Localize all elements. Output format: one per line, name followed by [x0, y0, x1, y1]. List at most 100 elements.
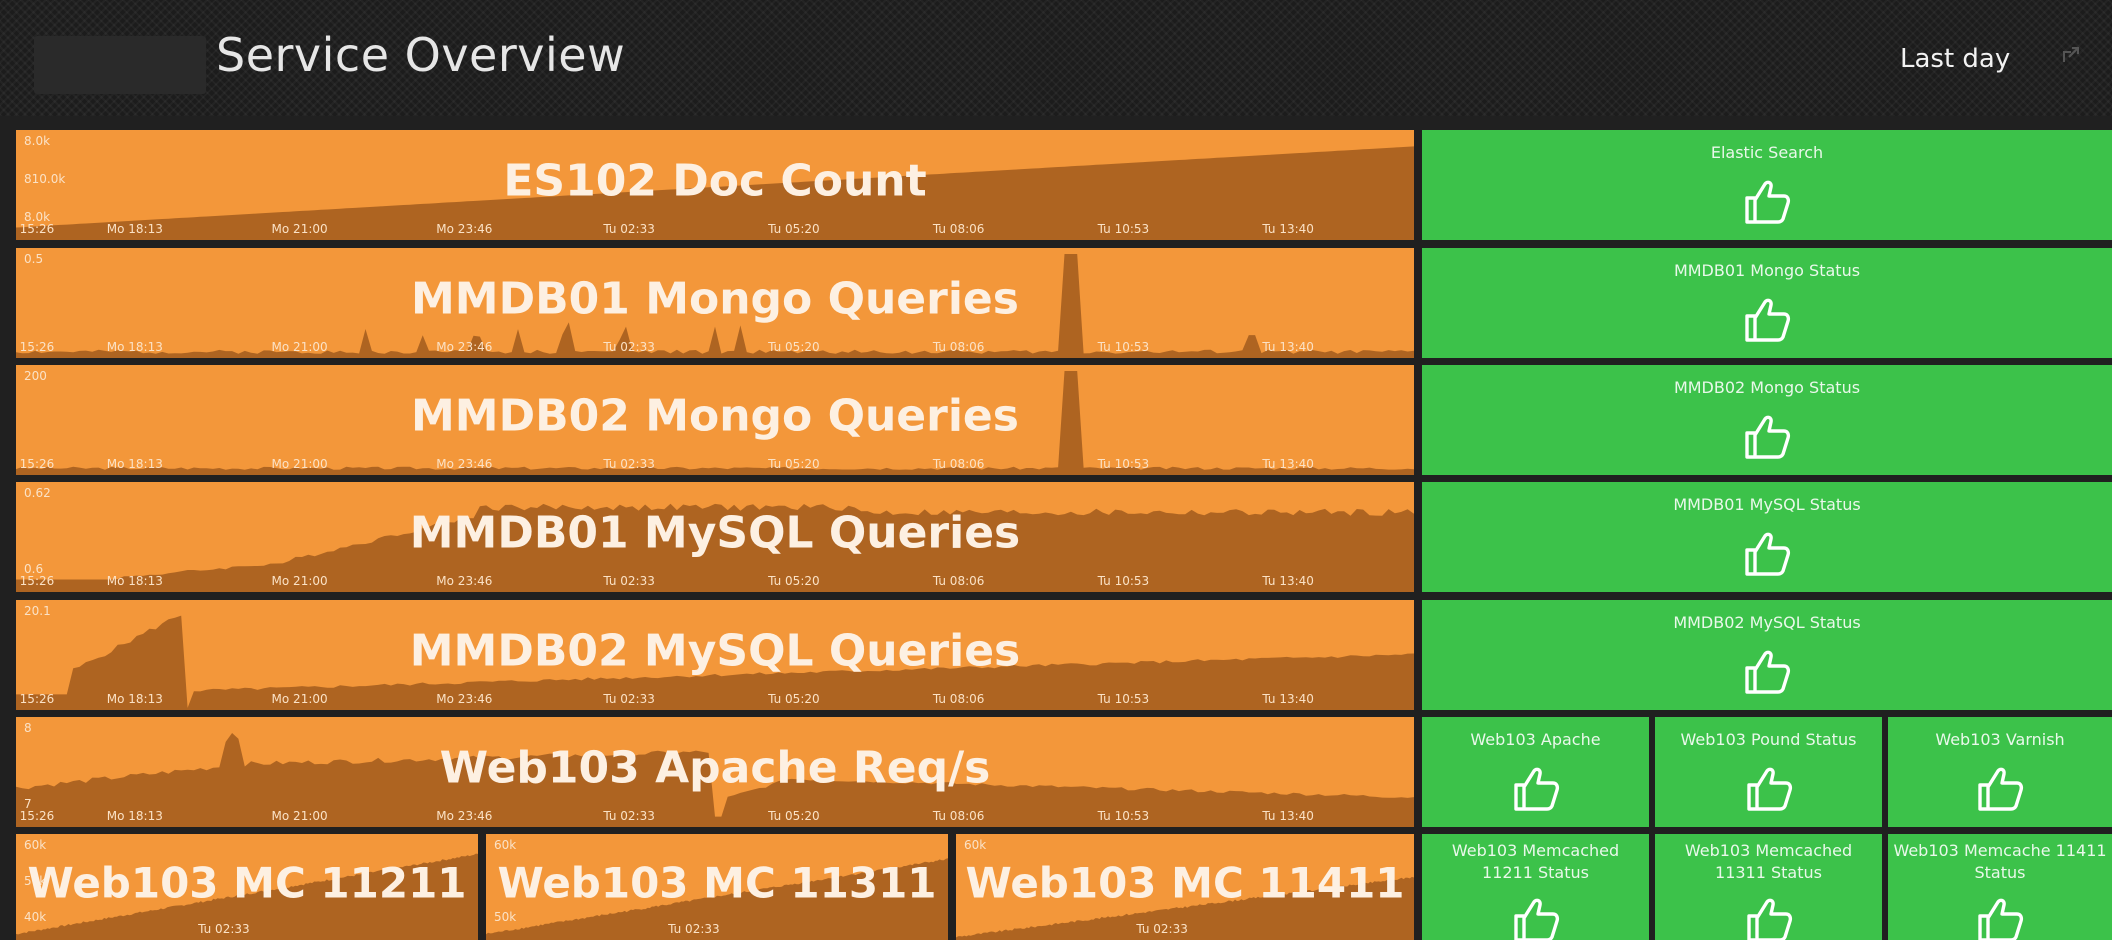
status-label: MMDB02 MySQL Status: [1673, 613, 1861, 632]
graph-x-tick: 15:26: [19, 692, 55, 706]
status-panel[interactable]: Web103 Memcache 11411 Status: [1888, 834, 2112, 940]
graph-x-tick: Tu 02:33: [198, 922, 250, 936]
thumbs-up-icon: [1978, 767, 2024, 811]
graph-title: MMDB01 Mongo Queries: [411, 273, 1019, 325]
thumbs-up-icon: [1513, 767, 1559, 811]
status-label: MMDB01 MySQL Status: [1673, 495, 1861, 514]
graph-y-label: 200: [24, 369, 47, 383]
thumbs-up-icon: [1745, 532, 1791, 576]
graph-x-tick: Tu 02:33: [603, 222, 655, 236]
graph-x-tick: Mo 21:00: [271, 222, 328, 236]
status-label: MMDB02 Mongo Status: [1673, 378, 1861, 397]
dashboard-header: Service Overview Last day: [0, 0, 2112, 116]
graph-y-label: 20.1: [24, 604, 51, 618]
thumbs-up-icon: [1746, 767, 1792, 811]
graph-x-tick: Mo 18:13: [106, 574, 163, 588]
graph-x-tick: Tu 02:33: [603, 340, 655, 354]
graph-panel[interactable]: 0.5 15:26 Mo 18:13 Mo 21:00 Mo 23:46 Tu 02:33…: [16, 248, 1414, 358]
graph-x-tick: Tu 05:20: [768, 574, 820, 588]
page-title: Service Overview: [216, 28, 626, 82]
graph-panel[interactable]: 200 15:26 Mo 18:13 Mo 21:00 Mo 23:46 Tu 02:33…: [16, 365, 1414, 475]
status-panel[interactable]: MMDB01 MySQL Status: [1422, 482, 2112, 592]
logo: [34, 36, 206, 94]
graph-y-label: 40k: [24, 910, 47, 924]
graph-x-tick: 15:26: [19, 574, 55, 588]
status-panel[interactable]: MMDB02 Mongo Status: [1422, 365, 2112, 475]
graph-panel[interactable]: 8.0k 810.0k 8.0k 15:26 Mo 18:13 Mo 21:00 Mo 23…: [16, 130, 1414, 240]
graph-x-tick: Mo 23:46: [436, 340, 493, 354]
graph-x-tick: Tu 13:40: [1262, 457, 1314, 471]
graph-title: ES102 Doc Count: [503, 155, 927, 207]
status-label: Web103 Memcache 11411 Status: [1893, 841, 2107, 882]
status-panel[interactable]: Web103 Memcached 11311 Status: [1655, 834, 1882, 940]
graph-x-tick: Tu 05:20: [768, 692, 820, 706]
graph-x-tick: Tu 08:06: [932, 574, 985, 588]
status-label: Elastic Search: [1710, 143, 1824, 162]
graph-x-tick: Tu 02:33: [603, 692, 655, 706]
graph-y-label: 60k: [494, 838, 517, 852]
graph-panel[interactable]: 8 7 15:26 Mo 18:13 Mo 21:00 Mo 23:46 Tu 02:33 T…: [16, 717, 1414, 827]
graph-y-label: 50k: [494, 910, 517, 924]
graph-x-tick: Tu 05:20: [768, 809, 820, 823]
status-label: Web103 Pound Status: [1680, 730, 1857, 749]
share-icon[interactable]: [2060, 44, 2082, 66]
graph-x-tick: Tu 05:20: [768, 222, 820, 236]
graph-x-tick: Mo 23:46: [436, 809, 493, 823]
graph-x-tick: Tu 10:53: [1097, 692, 1150, 706]
dashboard-grid: 8.0k 810.0k 8.0k 15:26 Mo 18:13 Mo 21:00 Mo 23…: [0, 116, 2112, 940]
status-label: Web103 Varnish: [1935, 730, 2065, 749]
status-panel[interactable]: MMDB01 Mongo Status: [1422, 248, 2112, 358]
graph-panel[interactable]: 60k 50k 40k Tu 02:33 Web103 MC 11211: [16, 834, 478, 940]
graph-x-tick: Mo 21:00: [271, 692, 328, 706]
graph-title: MMDB02 MySQL Queries: [409, 625, 1021, 677]
status-panel[interactable]: Elastic Search: [1422, 130, 2112, 240]
status-panel[interactable]: Web103 Pound Status: [1655, 717, 1882, 827]
thumbs-up-icon: [1745, 180, 1791, 224]
graph-title: MMDB01 MySQL Queries: [409, 507, 1021, 559]
graph-x-tick: Mo 23:46: [436, 574, 493, 588]
graph-x-tick: Tu 02:33: [603, 809, 655, 823]
graph-x-tick: Mo 18:13: [106, 692, 163, 706]
graph-x-tick: Tu 10:53: [1097, 457, 1150, 471]
status-label: Web103 Memcached 11311 Status: [1684, 841, 1853, 882]
graph-panel[interactable]: 20.1 15:26 Mo 18:13 Mo 21:00 Mo 23:46 Tu 02:3…: [16, 600, 1414, 710]
graph-x-tick: Tu 13:40: [1262, 340, 1314, 354]
graph-y-label: 8.0k: [24, 134, 51, 148]
time-range-selector[interactable]: Last day: [1900, 44, 2010, 74]
graph-title: Web103 MC 11211: [27, 858, 467, 908]
graph-x-tick: Tu 13:40: [1262, 692, 1314, 706]
graph-panel[interactable]: 60k Tu 02:33 Web103 MC 11411: [956, 834, 1414, 940]
graph-x-tick: 15:26: [19, 222, 55, 236]
graph-y-label: 0.5: [24, 252, 44, 266]
status-panel[interactable]: Web103 Apache: [1422, 717, 1649, 827]
thumbs-up-icon: [1745, 415, 1791, 459]
graph-x-tick: Tu 08:06: [932, 457, 985, 471]
graph-title: Web103 MC 11411: [965, 858, 1405, 908]
status-panel[interactable]: Web103 Varnish: [1888, 717, 2112, 827]
thumbs-up-icon: [1745, 650, 1791, 694]
graph-panel[interactable]: 0.62 0.6 15:26 Mo 18:13 Mo 21:00 Mo 23:46 Tu 0…: [16, 482, 1414, 592]
graph-title: Web103 Apache Req/s: [439, 742, 991, 794]
graph-x-tick: Tu 05:20: [768, 457, 820, 471]
status-panel[interactable]: MMDB02 MySQL Status: [1422, 600, 2112, 710]
graph-x-tick: Tu 02:33: [603, 574, 655, 588]
graph-x-tick: Mo 21:00: [271, 340, 328, 354]
graph-title: MMDB02 Mongo Queries: [411, 390, 1019, 442]
graph-x-tick: Mo 18:13: [106, 457, 163, 471]
graph-x-tick: Tu 10:53: [1097, 809, 1150, 823]
graph-panel[interactable]: 60k 50k Tu 02:33 Web103 MC 11311: [486, 834, 948, 940]
graph-y-label: 60k: [964, 838, 987, 852]
graph-x-tick: Tu 10:53: [1097, 340, 1150, 354]
status-label: MMDB01 Mongo Status: [1673, 261, 1861, 280]
graph-x-tick: Tu 10:53: [1097, 574, 1150, 588]
graph-x-tick: Tu 05:20: [768, 340, 820, 354]
status-panel[interactable]: Web103 Memcached 11211 Status: [1422, 834, 1649, 940]
graph-x-tick: Tu 08:06: [932, 222, 985, 236]
graph-x-tick: Tu 13:40: [1262, 574, 1314, 588]
graph-x-tick: Mo 21:00: [271, 457, 328, 471]
graph-y-label: 8: [24, 721, 32, 735]
graph-x-tick: Tu 02:33: [603, 457, 655, 471]
status-label: Web103 Apache: [1470, 730, 1601, 749]
graph-x-tick: Mo 23:46: [436, 222, 493, 236]
thumbs-up-icon: [1978, 898, 2024, 940]
